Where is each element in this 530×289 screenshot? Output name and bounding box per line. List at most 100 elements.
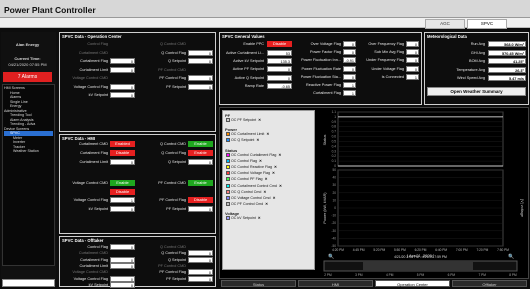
legend-item[interactable]: OC Curtailment Control Cmd ✕ (226, 184, 282, 188)
oc-right-row-value[interactable]: 0 (188, 58, 213, 64)
hmi-pf-flag-button[interactable]: Disable (188, 197, 213, 203)
met-value: 41.25° (488, 58, 526, 64)
enable-ppc-label: Enable PPC (243, 42, 264, 46)
sidebar-bottom-box (2, 279, 55, 287)
bottom-tab[interactable]: Offtaker (452, 280, 527, 287)
remove-icon[interactable]: ✕ (259, 159, 262, 163)
general-mid-value[interactable]: 0 (343, 65, 356, 72)
alarms-button[interactable]: 7 Alarms (3, 72, 52, 82)
tree-item[interactable]: Weather Station (4, 149, 53, 154)
x-tick-label: 6:40 PM (435, 248, 447, 252)
remove-icon[interactable]: ✕ (258, 216, 261, 220)
hmi-q-cmd-button[interactable]: Enable (188, 141, 213, 147)
legend-item[interactable]: OC Control Flag ✕ (226, 159, 262, 163)
legend-item[interactable]: OC Q Control Cmd ✕ (226, 190, 266, 194)
general-left-value[interactable]: 0 (267, 74, 292, 81)
general-right-value[interactable]: 1 (406, 73, 419, 80)
open-weather-summary-button[interactable]: Open Weather Summary (427, 87, 526, 96)
remove-icon[interactable]: ✕ (266, 132, 269, 136)
oc-right-row-value[interactable]: 0 (188, 83, 213, 90)
tab-agc[interactable]: AGC (425, 19, 465, 29)
navigation-tree[interactable]: HMI Screens Home Alarms Single Line Energy Ad… (2, 84, 55, 266)
general-mid-value[interactable]: 1 (343, 90, 356, 97)
tab-spvc[interactable]: SPVC (467, 19, 507, 29)
off-right-row-value[interactable]: 0 (188, 269, 213, 276)
zoom-icon[interactable]: 🔍 (328, 253, 334, 260)
zoom-out-icon[interactable]: 🔍 (508, 253, 514, 260)
off-right-row-value[interactable]: 0 (188, 250, 213, 257)
hmi-voltage-flag-value[interactable]: 1 (110, 197, 135, 203)
off-row-value[interactable]: 0 (110, 262, 135, 269)
bottom-tab[interactable]: Status (221, 280, 296, 287)
general-mid-label: Reactive Power Flag (305, 83, 341, 87)
hmi-q-flag-button[interactable]: Enable (188, 150, 213, 156)
general-left-value[interactable]: 53 (267, 50, 292, 56)
navigator-selection[interactable] (363, 261, 473, 271)
remove-icon[interactable]: ✕ (263, 190, 266, 194)
legend-item[interactable]: OC PF Control Cmd ✕ (226, 202, 268, 207)
oc-row-value[interactable]: 0 (110, 92, 135, 98)
y-tick-label: 0.4 (332, 144, 337, 148)
legend-item[interactable]: OC Curtailment Limit ✕ (226, 132, 269, 137)
oc-row-value[interactable]: 0 (110, 58, 135, 64)
off-row-value[interactable]: 0 (110, 275, 135, 282)
general-right-value[interactable]: 0 (406, 49, 419, 56)
oc-row-label: Curtailment CMD (78, 50, 108, 55)
off-row-value[interactable]: 0 (110, 256, 135, 263)
x-tick-label: 7:20 PM (476, 248, 488, 252)
off-right-row-value[interactable]: 0 (188, 275, 213, 282)
hmi-curtail-flag-button[interactable]: Disable (110, 150, 135, 156)
hmi-pf-cmd-button[interactable]: Enable (188, 180, 213, 186)
hmi-curtail-limit-value[interactable]: 0 (110, 159, 135, 165)
general-mid-value[interactable]: 0 (343, 49, 356, 56)
remove-icon[interactable]: ✕ (278, 153, 281, 157)
trend-chart[interactable]: 1.110.90.80.70.60.50.40.30.20.1 0 50 40 30 20… (318, 108, 528, 278)
legend-swatch (226, 158, 230, 163)
oc-right-row-value[interactable]: 0 (188, 75, 213, 81)
remove-icon[interactable]: ✕ (272, 171, 275, 175)
remove-icon[interactable]: ✕ (256, 138, 259, 142)
general-mid-value[interactable]: 0 (343, 73, 356, 80)
remove-icon[interactable]: ✕ (258, 118, 261, 122)
hmi-voltage-cmd-button[interactable]: Enable (110, 180, 135, 186)
general-right-value[interactable]: 0 (406, 65, 419, 72)
bottom-tab[interactable]: HMI (298, 280, 373, 287)
legend-swatch (226, 216, 230, 221)
legend-item[interactable]: OC Control Voltage Flag ✕ (226, 171, 275, 176)
general-left-value[interactable]: -0.65 (267, 82, 292, 89)
navigator-tick-label: 7 PM (478, 273, 486, 277)
legend-item[interactable]: OC PF Setpoint ✕ (226, 118, 261, 123)
remove-icon[interactable]: ✕ (273, 196, 276, 200)
remove-icon[interactable]: ✕ (265, 177, 268, 181)
general-mid-value[interactable]: 1 (343, 82, 356, 88)
legend-item[interactable]: OC kV Setpoint ✕ (226, 216, 261, 221)
off-right-row-value[interactable]: 0 (188, 256, 213, 263)
general-right-value[interactable]: 0 (406, 57, 419, 64)
hmi-pf-setpoint-value[interactable]: 0 (188, 206, 213, 212)
general-mid-value[interactable]: 0 (343, 41, 356, 47)
enable-ppc-button[interactable]: Disable (267, 41, 292, 47)
hmi-curtail-cmd-button[interactable]: Enabled (110, 141, 135, 147)
trend-legend[interactable]: PF OC PF Setpoint ✕ Power OC Curtailment Lim… (222, 110, 315, 270)
legend-item[interactable]: OC Control Curtailment Flag ✕ (226, 153, 281, 157)
general-right-value[interactable]: 0 (406, 41, 419, 47)
oc-right-row-label: Q Control CMD (160, 42, 186, 46)
hmi-kv-setpoint-value[interactable]: 0 (110, 206, 135, 212)
hmi-voltage-disable-button[interactable]: Disable (110, 189, 135, 195)
remove-icon[interactable]: ✕ (265, 202, 268, 206)
hmi-q-setpoint-value[interactable]: 0 (188, 159, 213, 165)
bottom-tab[interactable]: Operation Center (375, 280, 450, 287)
oc-row-value[interactable]: 0 (110, 66, 135, 73)
oc-row-value[interactable]: 0 (110, 83, 135, 90)
legend-item[interactable]: OC Control PF Flag ✕ (226, 177, 268, 182)
remove-icon[interactable]: ✕ (274, 165, 277, 169)
off-row-value[interactable]: 0 (110, 244, 135, 250)
legend-item[interactable]: OC Control Reactive Flag ✕ (226, 165, 277, 170)
legend-item[interactable]: OC Voltage Control Cmd ✕ (226, 196, 276, 201)
legend-item[interactable]: OC Q Setpoint ✕ (226, 138, 259, 143)
general-mid-value[interactable]: -0.91 (343, 57, 356, 64)
general-left-value[interactable]: 135.3 (267, 58, 292, 65)
general-left-value[interactable]: 0 (267, 66, 292, 73)
oc-right-row-value[interactable]: 0 (188, 49, 213, 56)
remove-icon[interactable]: ✕ (279, 184, 282, 188)
